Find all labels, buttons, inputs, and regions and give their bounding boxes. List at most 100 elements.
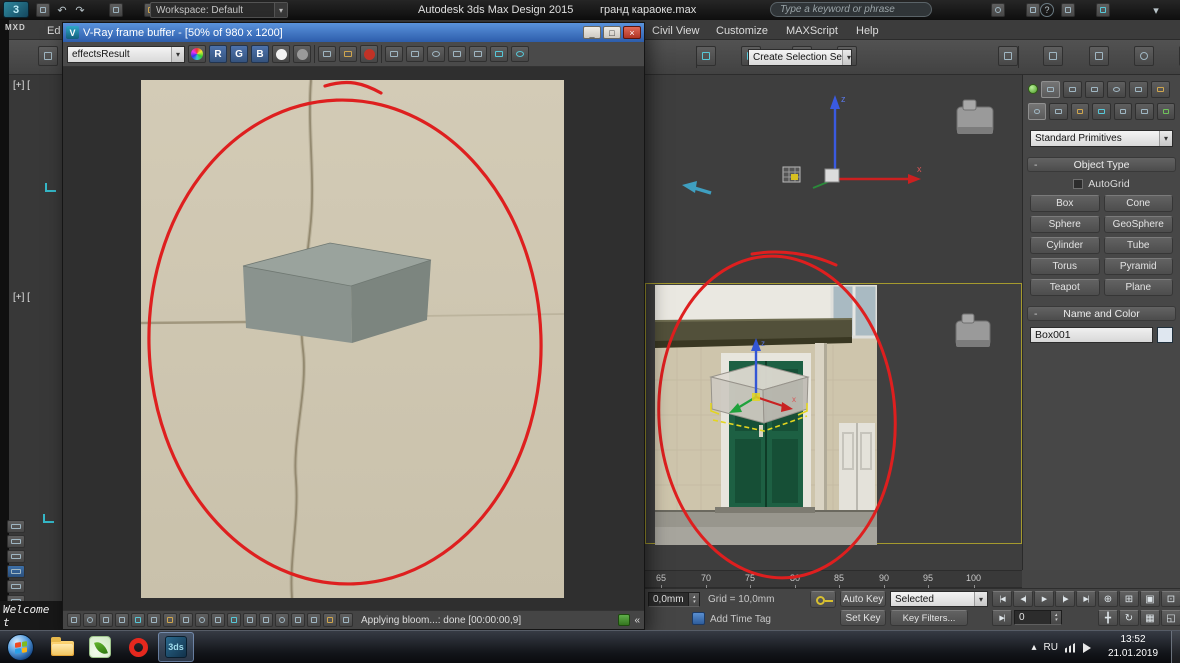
tab-motion[interactable]: [1107, 80, 1126, 98]
show-desktop-button[interactable]: [1171, 631, 1180, 663]
app-menu-button[interactable]: 3: [3, 1, 29, 18]
named-selection-dropdown[interactable]: Create Selection Se ▾: [748, 49, 852, 66]
taskbar-explorer[interactable]: [44, 632, 80, 662]
mini-tool-icon[interactable]: [7, 550, 25, 563]
vfb-mini-icon[interactable]: [259, 613, 273, 627]
vfb-mini-icon[interactable]: [227, 613, 241, 627]
pan-icon[interactable]: ╋: [1098, 610, 1118, 626]
zoom-icon[interactable]: ⊕: [1098, 591, 1118, 607]
menu-civil-view[interactable]: Civil View: [652, 25, 699, 37]
viewport-label-top-left[interactable]: [+] [: [13, 80, 30, 91]
alpha-channel-icon[interactable]: [272, 45, 290, 63]
track-mouse-icon[interactable]: [385, 46, 403, 62]
vfb-mini-icon[interactable]: [163, 613, 177, 627]
follow-mouse-icon[interactable]: [427, 46, 445, 62]
set-keys-button[interactable]: [810, 591, 836, 608]
category-helpers-icon[interactable]: [1113, 102, 1133, 120]
viewport-label-bottom-left[interactable]: [+] [: [13, 292, 30, 303]
category-spacewarps-icon[interactable]: [1135, 102, 1154, 120]
viewport-top[interactable]: z x: [645, 75, 1022, 282]
vfb-canvas[interactable]: [63, 67, 644, 610]
vfb-channel-dropdown[interactable]: effectsResult ▾: [67, 45, 185, 63]
snap-toggle-icon[interactable]: [696, 46, 717, 66]
save-icon[interactable]: [36, 3, 50, 17]
mini-tool-icon[interactable]: [7, 580, 25, 593]
exchange-icon[interactable]: [1096, 3, 1111, 17]
green-channel-button[interactable]: G: [230, 45, 248, 63]
mini-tool-icon[interactable]: [7, 535, 25, 548]
vfb-mini-icon[interactable]: [275, 613, 289, 627]
history-icon[interactable]: [469, 46, 487, 62]
tab-modify[interactable]: [1063, 80, 1082, 98]
viewport-front-active[interactable]: z x: [645, 283, 1022, 545]
rollout-name-and-color[interactable]: - Name and Color: [1027, 306, 1176, 321]
pin-icon[interactable]: [1028, 84, 1038, 94]
cone-button[interactable]: Cone: [1103, 195, 1173, 212]
vfb-ok-icon[interactable]: [618, 614, 631, 626]
volume-icon[interactable]: [1083, 642, 1096, 653]
autogrid-checkbox[interactable]: [1073, 179, 1084, 189]
mini-tool-icon[interactable]: [7, 520, 25, 533]
vfb-mini-icon[interactable]: [291, 613, 305, 627]
maximize-icon[interactable]: □: [603, 26, 621, 39]
clear-image-icon[interactable]: [360, 45, 378, 63]
scene-explorer-icon[interactable]: [1133, 46, 1154, 66]
next-frame-button[interactable]: |▶: [1055, 591, 1075, 607]
tab-utilities[interactable]: [1151, 80, 1170, 98]
vfb-collapse-icon[interactable]: «: [634, 615, 640, 626]
mini-tool-icon-active[interactable]: [7, 565, 25, 578]
teapot-button[interactable]: Teapot: [1030, 279, 1100, 296]
save-image-icon[interactable]: [318, 46, 336, 62]
tube-button[interactable]: Tube: [1103, 237, 1173, 254]
redo-icon[interactable]: ↷: [72, 3, 88, 17]
vray-frame-buffer-window[interactable]: V V-Ray frame buffer - [50% of 980 x 120…: [62, 22, 645, 630]
vfb-mini-icon[interactable]: [179, 613, 193, 627]
welcome-window-fragment[interactable]: Welcome t: [0, 601, 62, 630]
undo-icon[interactable]: ↶: [54, 3, 70, 17]
plane-button[interactable]: Plane: [1103, 279, 1173, 296]
set-key-button[interactable]: Set Key: [840, 610, 886, 626]
menu-edit[interactable]: Ed: [47, 25, 60, 37]
object-color-swatch[interactable]: [1157, 327, 1173, 343]
vfb-mini-icon[interactable]: [195, 613, 209, 627]
key-step-button[interactable]: ▶|: [992, 610, 1012, 626]
key-filters-button[interactable]: Key Filters...: [890, 610, 968, 626]
taskbar-opera[interactable]: [120, 632, 156, 662]
region-render-icon[interactable]: [406, 46, 424, 62]
auto-key-button[interactable]: Auto Key: [840, 591, 886, 607]
monochrome-icon[interactable]: [293, 45, 311, 63]
sphere-button[interactable]: Sphere: [1030, 216, 1100, 233]
search-input[interactable]: Type a keyword or phrase: [770, 2, 932, 17]
mirror-icon[interactable]: [998, 46, 1019, 66]
red-channel-button[interactable]: R: [209, 45, 227, 63]
communication-icon[interactable]: [1026, 3, 1041, 17]
category-cameras-icon[interactable]: [1092, 102, 1111, 120]
vfb-mini-icon[interactable]: [147, 613, 161, 627]
selection-set-dropdown[interactable]: Selected ▾: [890, 591, 988, 607]
category-systems-icon[interactable]: [1156, 102, 1175, 120]
rollout-object-type[interactable]: - Object Type: [1027, 157, 1176, 172]
favorites-icon[interactable]: [1061, 3, 1076, 17]
vfb-mini-icon[interactable]: [67, 613, 81, 627]
clock[interactable]: 13:52 21.01.2019: [1100, 633, 1166, 661]
tab-create[interactable]: [1041, 80, 1060, 98]
help-icon[interactable]: ?: [1040, 3, 1054, 17]
language-indicator[interactable]: RU: [1044, 642, 1058, 653]
add-time-tag-label[interactable]: Add Time Tag: [710, 614, 771, 625]
object-name-field[interactable]: Box001: [1030, 327, 1153, 343]
pyramid-button[interactable]: Pyramid: [1103, 258, 1173, 275]
align-icon[interactable]: [1043, 46, 1064, 66]
blue-channel-button[interactable]: B: [251, 45, 269, 63]
geosphere-button[interactable]: GeoSphere: [1103, 216, 1173, 233]
layer-manager-icon[interactable]: [1088, 46, 1109, 66]
category-geometry-icon[interactable]: [1028, 102, 1047, 120]
previous-frame-button[interactable]: ◀|: [1013, 591, 1033, 607]
primitive-category-dropdown[interactable]: Standard Primitives ▾: [1030, 130, 1173, 147]
vfb-mini-icon[interactable]: [99, 613, 113, 627]
workspace-dropdown[interactable]: Workspace: Default ▾: [150, 2, 288, 18]
open-file-icon[interactable]: [109, 3, 124, 17]
coordinate-x-field[interactable]: 0,0mm ▴ ▾: [648, 592, 700, 607]
compare-horizontal-icon[interactable]: [490, 46, 508, 62]
vfb-mini-icon[interactable]: [131, 613, 145, 627]
chevron-down-icon[interactable]: ▾: [1148, 3, 1164, 17]
